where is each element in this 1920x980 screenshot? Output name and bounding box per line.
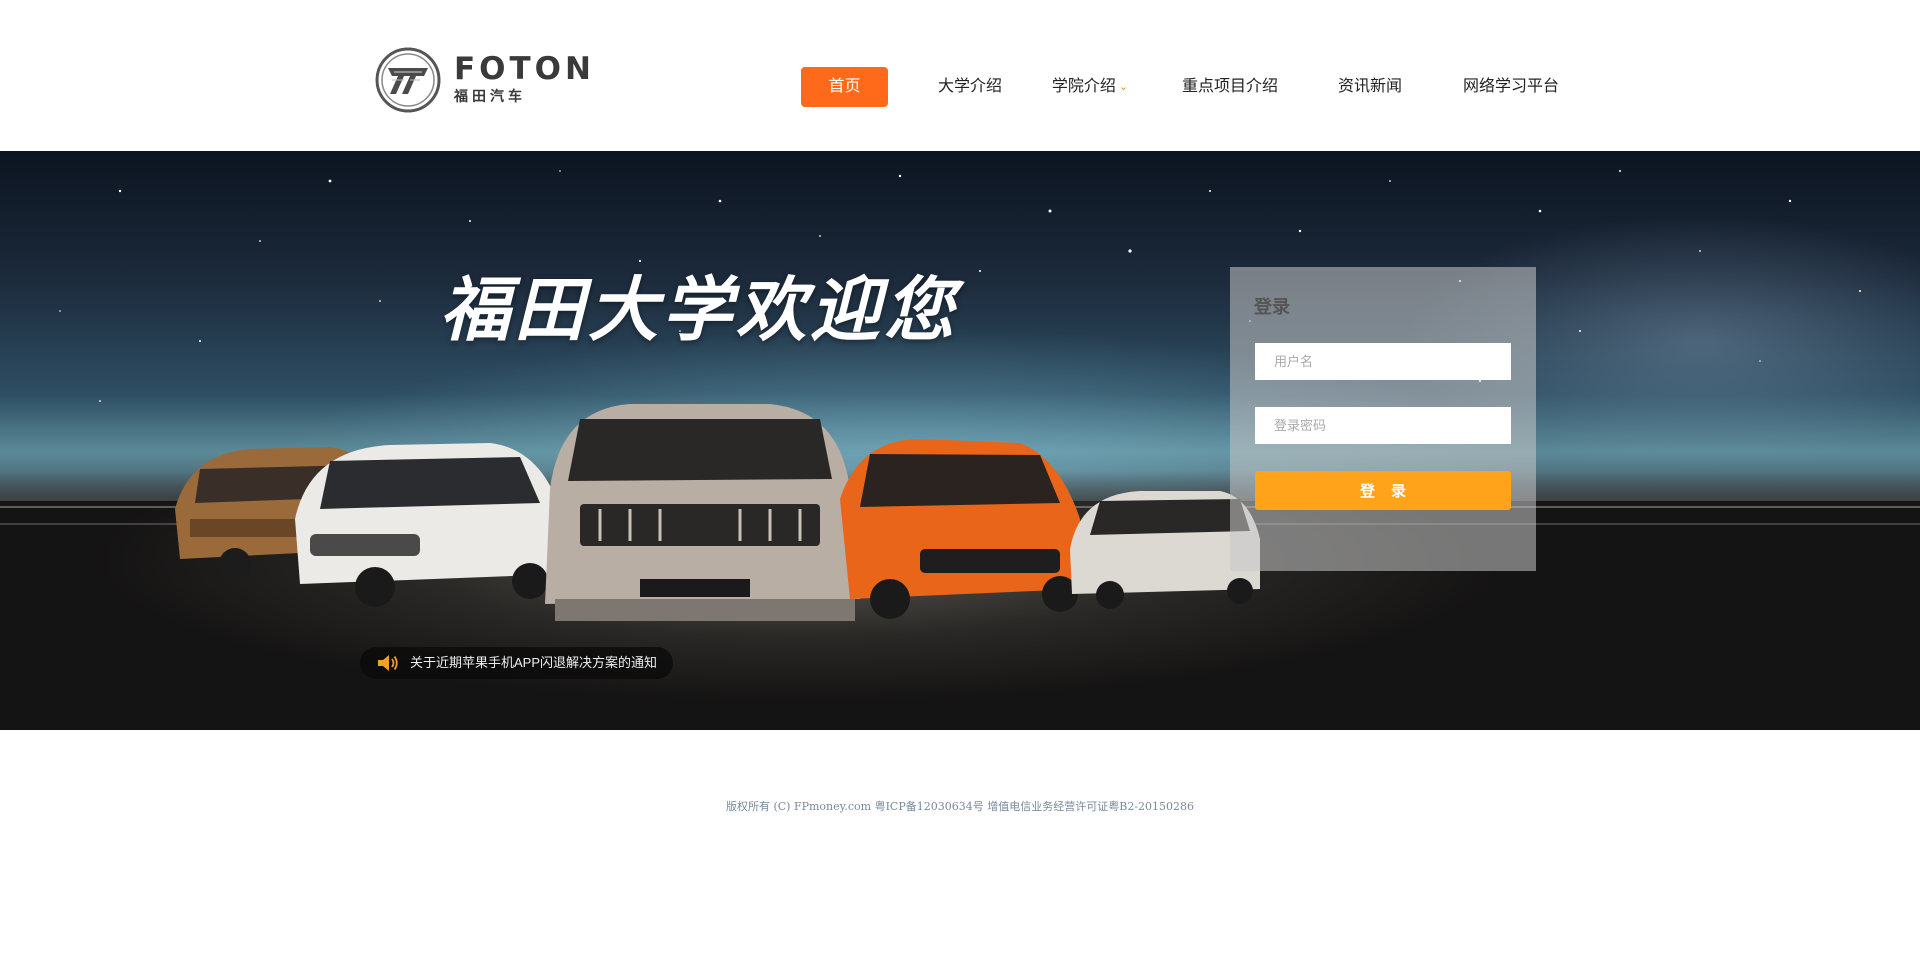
nav-item-colleges[interactable]: 学院介绍 ⌄	[1045, 67, 1135, 107]
notice-text: 关于近期苹果手机APP闪退解决方案的通知	[410, 655, 658, 670]
nav-item-label: 大学介绍	[937, 78, 1002, 95]
username-input[interactable]	[1255, 343, 1511, 380]
nav-item-label: 资讯新闻	[1337, 78, 1402, 95]
login-button[interactable]: 登录	[1255, 471, 1511, 510]
nav-item-label: 重点项目介绍	[1181, 78, 1278, 95]
footer-copyright: 版权所有 (C) FPmoney.com 粤ICP备12030634号 增值电信…	[725, 800, 1195, 813]
nav-item-university[interactable]: 大学介绍	[930, 67, 1010, 107]
car-silver-suv	[545, 404, 860, 621]
login-panel: 登录 登录	[1230, 267, 1536, 571]
nav-item-home[interactable]: 首页	[801, 67, 888, 107]
car-white-suv	[295, 443, 565, 607]
vehicle-lineup-image	[175, 404, 1260, 621]
car-orange-mpv	[840, 439, 1080, 619]
welcome-headline: 福田大学欢迎您	[440, 268, 958, 351]
nav-item-label: 首页	[828, 78, 861, 95]
site-header: FOTON 福田汽车 首页 大学介绍 学院介绍 ⌄ 重点项目介绍 资讯新闻 网络学…	[0, 0, 1920, 151]
nav-item-online-learning[interactable]: 网络学习平台	[1455, 67, 1567, 107]
nav-item-label: 网络学习平台	[1462, 78, 1559, 95]
main-nav: 首页 大学介绍 学院介绍 ⌄ 重点项目介绍 资讯新闻 网络学习平台	[0, 67, 1920, 107]
nav-item-news[interactable]: 资讯新闻	[1330, 67, 1410, 107]
login-title: 登录	[1254, 297, 1290, 317]
speaker-icon	[378, 655, 398, 671]
notice-ticker[interactable]: 关于近期苹果手机APP闪退解决方案的通知	[360, 647, 674, 679]
page: FOTON 福田汽车 首页 大学介绍 学院介绍 ⌄ 重点项目介绍 资讯新闻 网络学…	[0, 0, 1920, 980]
nav-item-label: 学院介绍	[1051, 78, 1116, 95]
nav-item-key-projects[interactable]: 重点项目介绍	[1175, 67, 1285, 107]
password-input[interactable]	[1255, 407, 1511, 444]
chevron-down-icon: ⌄	[1118, 81, 1129, 93]
hero-banner: 福田大学欢迎您 关于近期苹果手机APP闪退解决方案的通知 登录 用户名 登录	[0, 151, 1920, 730]
